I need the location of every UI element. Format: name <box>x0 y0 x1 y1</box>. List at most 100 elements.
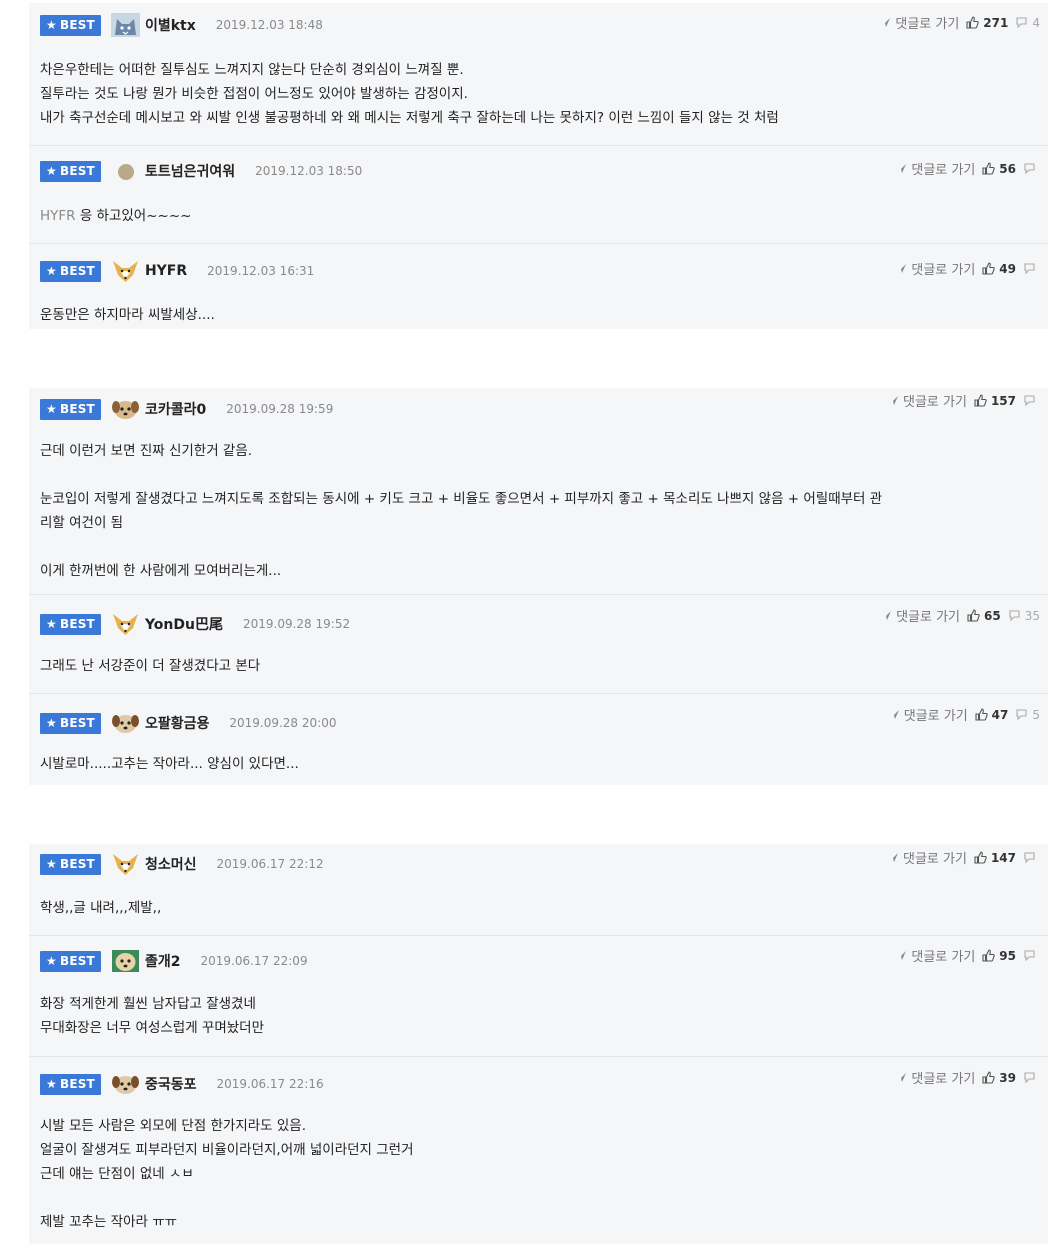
comment-actions: 댓글로 가기 157 <box>888 391 1040 410</box>
reply-link[interactable]: 댓글로 가기 <box>896 946 975 965</box>
upvote-count: 49 <box>999 261 1016 276</box>
comment-body: 운동만은 하지마라 씨발세상.... <box>40 303 1028 327</box>
downvote-button[interactable] <box>1023 394 1040 407</box>
reply-link[interactable]: 댓글로 가기 <box>889 705 968 724</box>
reply-link[interactable]: 댓글로 가기 <box>896 259 975 278</box>
comment-body: 시발 모든 사람은 외모에 단점 한가지라도 있음. 얼굴이 잘생겨도 피부라던… <box>40 1114 1028 1234</box>
comment-line: 내가 축구선순데 메시보고 와 씨발 인생 불공평하네 와 왜 메시는 저렇게 … <box>40 110 779 126</box>
upvote-count: 65 <box>984 608 1001 623</box>
downvote-count: 4 <box>1032 15 1040 30</box>
star-icon: ★ <box>46 857 57 871</box>
upvote-button[interactable]: 39 <box>982 1071 1016 1085</box>
reply-link[interactable]: 댓글로 가기 <box>896 159 975 178</box>
downvote-button[interactable] <box>1023 949 1040 962</box>
comment-item: ★ BEST 오팔황금용 2019.09.28 20:00 댓글로 가기 47 5… <box>29 694 1048 787</box>
nickname[interactable]: 중국동포 <box>145 1074 197 1094</box>
best-badge: ★ BEST <box>40 613 101 635</box>
nickname[interactable]: HYFR <box>145 263 187 279</box>
comment-item: ★ BEST 코카콜라0 2019.09.28 19:59 댓글로 가기 157 … <box>29 388 1048 595</box>
comment-body: 화장 적게한게 훨씬 남자답고 잘생겼네 무대화장은 너무 여성스럽게 꾸며놨더… <box>40 992 1028 1040</box>
comment-line: 얼굴이 잘생겨도 피부라던지 비율이라던지,어깨 넓이라던지 그런거 <box>40 1142 414 1158</box>
thumbs-up-icon <box>974 394 987 407</box>
dog-avatar[interactable] <box>111 949 140 973</box>
upvote-count: 157 <box>990 393 1016 408</box>
thumbs-up-icon <box>982 949 996 962</box>
nickname[interactable]: 졸개2 <box>145 951 181 971</box>
thumbs-up-icon <box>982 1071 996 1084</box>
reply-link[interactable]: 댓글로 가기 <box>881 606 960 625</box>
nickname[interactable]: 이별ktx <box>145 15 196 35</box>
downvote-button[interactable] <box>1023 851 1040 864</box>
fox-avatar[interactable] <box>111 612 140 636</box>
downvote-button[interactable]: 35 <box>1008 609 1040 623</box>
nickname[interactable]: 청소머신 <box>145 854 197 874</box>
comment-line: HYFR 응 하고있어~~~~ <box>40 208 192 224</box>
husky-avatar[interactable] <box>110 13 140 37</box>
upvote-count: 95 <box>999 948 1016 963</box>
upvote-count: 47 <box>991 707 1009 722</box>
arrow-icon <box>888 395 899 406</box>
upvote-button[interactable]: 49 <box>982 262 1016 276</box>
dog-avatar[interactable] <box>111 711 140 735</box>
comment-line: 눈코입이 저렇게 잘생겼다고 느껴지도록 조합되는 동시에 + 키도 크고 + … <box>40 491 883 507</box>
comment-date: 2019.09.28 19:59 <box>226 402 334 416</box>
thumbs-down-icon <box>1023 262 1036 275</box>
best-badge: ★ BEST <box>40 853 101 875</box>
comment-line <box>40 535 1028 559</box>
reply-link[interactable]: 댓글로 가기 <box>880 13 959 32</box>
reply-link[interactable]: 댓글로 가기 <box>888 391 967 410</box>
comment-line: 화장 적게한게 훨씬 남자답고 잘생겼네 <box>40 996 256 1012</box>
downvote-count: 35 <box>1024 608 1040 623</box>
comment-actions: 댓글로 가기 65 35 <box>881 606 1040 625</box>
arrow-icon <box>896 950 907 961</box>
comment-line: 제발 꼬추는 작아라 ㅠㅠ <box>40 1214 178 1230</box>
nickname[interactable]: 코카콜라0 <box>145 399 206 419</box>
upvote-button[interactable]: 47 <box>975 707 1009 722</box>
nickname[interactable]: 토트넘은귀여워 <box>145 161 235 181</box>
comment-actions: 댓글로 가기 49 <box>896 259 1040 278</box>
dot-avatar[interactable] <box>111 159 140 183</box>
upvote-button[interactable]: 95 <box>982 949 1016 963</box>
comment-item: ★ BEST 토트넘은귀여워 2019.12.03 18:50 댓글로 가기 56… <box>29 146 1048 244</box>
nickname[interactable]: 오팔황금용 <box>145 713 209 733</box>
upvote-button[interactable]: 271 <box>966 16 1008 30</box>
upvote-button[interactable]: 56 <box>982 162 1016 176</box>
downvote-count: 5 <box>1032 707 1040 722</box>
comment-item: ★ BEST HYFR 2019.12.03 16:31 댓글로 가기 49 운동… <box>29 244 1048 331</box>
arrow-icon <box>880 17 891 28</box>
best-badge: ★ BEST <box>40 398 101 420</box>
reply-link[interactable]: 댓글로 가기 <box>888 848 967 867</box>
thumbs-down-icon <box>1015 708 1028 721</box>
comment-body: 그래도 난 서강준이 더 잘생겼다고 본다 <box>40 654 1028 678</box>
downvote-button[interactable]: 4 <box>1015 16 1040 30</box>
upvote-button[interactable]: 147 <box>974 851 1016 865</box>
star-icon: ★ <box>46 716 57 730</box>
upvote-button[interactable]: 157 <box>974 394 1016 408</box>
thumbs-down-icon <box>1015 16 1028 29</box>
star-icon: ★ <box>46 954 57 968</box>
comment-actions: 댓글로 가기 47 5 <box>889 705 1040 724</box>
upvote-count: 56 <box>999 161 1016 176</box>
thumbs-down-icon <box>1023 949 1036 962</box>
downvote-button[interactable] <box>1023 1071 1040 1084</box>
dog-avatar[interactable] <box>111 1072 140 1096</box>
downvote-button[interactable]: 5 <box>1015 708 1040 722</box>
reply-link[interactable]: 댓글로 가기 <box>896 1068 975 1087</box>
best-badge: ★ BEST <box>40 160 101 182</box>
thumbs-down-icon <box>1008 609 1021 622</box>
mention-link[interactable]: HYFR <box>40 208 76 224</box>
comment-actions: 댓글로 가기 271 4 <box>880 13 1040 32</box>
best-badge: ★ BEST <box>40 260 101 282</box>
comment-body: 근데 이런거 보면 진짜 신기한거 같음. 눈코입이 저렇게 잘생겼다고 느껴지… <box>40 439 1028 583</box>
fox-avatar[interactable] <box>111 852 140 876</box>
comment-header: ★ BEST YonDu巴尾 2019.09.28 19:52 <box>40 612 350 636</box>
dog-avatar[interactable] <box>111 397 140 421</box>
fox-avatar[interactable] <box>111 259 140 283</box>
comment-line <box>40 1186 1028 1210</box>
upvote-button[interactable]: 65 <box>967 609 1001 623</box>
thumbs-down-icon <box>1023 394 1036 407</box>
star-icon: ★ <box>46 264 57 278</box>
downvote-button[interactable] <box>1023 162 1040 175</box>
downvote-button[interactable] <box>1023 262 1040 275</box>
nickname[interactable]: YonDu巴尾 <box>145 614 223 634</box>
